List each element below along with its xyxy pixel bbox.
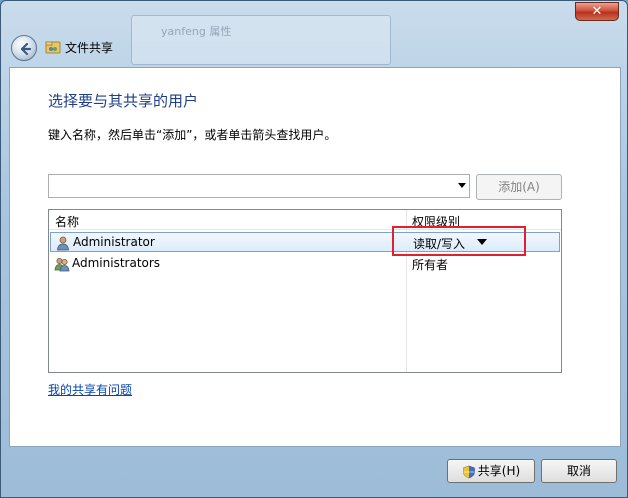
- row-user-name: Administrators: [72, 256, 161, 270]
- page-heading: 选择要与其共享的用户: [48, 92, 199, 110]
- annotation-highlight-box: [392, 226, 526, 256]
- chevron-down-icon[interactable]: [458, 183, 466, 188]
- cancel-button[interactable]: 取消: [541, 459, 617, 483]
- add-button[interactable]: 添加(A): [476, 174, 562, 200]
- background-window-title: yanfeng 属性: [161, 25, 232, 38]
- share-folder-icon: [45, 41, 61, 54]
- uac-shield-icon: [462, 465, 475, 478]
- row-user-name: Administrator: [73, 235, 155, 249]
- share-button[interactable]: 共享(H): [447, 459, 535, 483]
- content-panel: 选择要与其共享的用户 键入名称，然后单击“添加”，或者单击箭头查找用户。 添加(…: [9, 67, 621, 447]
- close-button[interactable]: ✕: [575, 2, 619, 21]
- group-users-icon: [54, 258, 70, 272]
- column-header-name[interactable]: 名称: [55, 213, 79, 230]
- window-title: 文件共享: [65, 41, 114, 55]
- sharing-help-link[interactable]: 我的共享有问题: [48, 381, 132, 398]
- user-icon: [57, 236, 69, 251]
- back-arrow-icon: [20, 42, 32, 56]
- share-button-label: 共享(H): [477, 464, 521, 478]
- back-button[interactable]: [11, 35, 37, 61]
- user-name-combobox[interactable]: [48, 174, 470, 198]
- table-row[interactable]: Administrators 所有者: [50, 254, 560, 274]
- row-permission: 所有者: [412, 258, 449, 272]
- instruction-text: 键入名称，然后单击“添加”，或者单击箭头查找用户。: [48, 128, 337, 142]
- dialog-window: yanfeng 属性 ✕ 文件共享 选择要与其共享的用户 键入名称，然后单击“添…: [0, 0, 628, 498]
